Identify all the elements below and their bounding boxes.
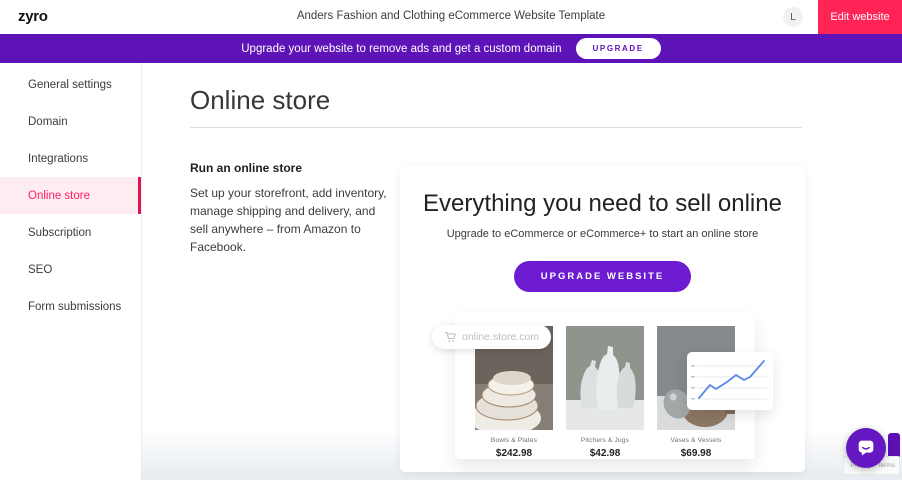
upgrade-banner-button[interactable]: UPGRADE bbox=[576, 38, 661, 59]
product-name: Bowls & Plates bbox=[475, 437, 553, 444]
sidebar-item-form-submissions[interactable]: Form submissions bbox=[0, 288, 141, 325]
sidebar-item-seo[interactable]: SEO bbox=[0, 251, 141, 288]
sidebar-item-label: Online store bbox=[28, 190, 90, 202]
store-url-text: online.store.com bbox=[462, 331, 539, 343]
intro-heading: Run an online store bbox=[190, 161, 388, 175]
page-title: Online store bbox=[190, 85, 330, 116]
product-name: Vases & Vessels bbox=[657, 437, 735, 444]
settings-sidebar: General settings Domain Integrations Onl… bbox=[0, 63, 142, 480]
sidebar-item-label: Subscription bbox=[28, 227, 91, 239]
edit-website-button[interactable]: Edit website bbox=[818, 0, 902, 34]
account-avatar[interactable]: L bbox=[783, 7, 803, 27]
intro-description: Set up your storefront, add inventory, m… bbox=[190, 184, 388, 256]
active-indicator bbox=[138, 177, 141, 214]
sidebar-item-general-settings[interactable]: General settings bbox=[0, 66, 141, 103]
sidebar-item-domain[interactable]: Domain bbox=[0, 103, 141, 140]
upsell-subtitle: Upgrade to eCommerce or eCommerce+ to st… bbox=[400, 228, 805, 240]
line-chart-icon bbox=[687, 352, 773, 410]
upsell-card: Everything you need to sell online Upgra… bbox=[400, 165, 805, 472]
product-price: $242.98 bbox=[475, 448, 553, 459]
upgrade-banner-text: Upgrade your website to remove ads and g… bbox=[241, 43, 561, 55]
sidebar-item-label: Integrations bbox=[28, 153, 88, 165]
sidebar-item-label: Domain bbox=[28, 116, 68, 128]
cart-icon bbox=[444, 331, 456, 343]
top-bar: zyro Anders Fashion and Clothing eCommer… bbox=[0, 0, 902, 34]
upsell-title: Everything you need to sell online bbox=[400, 190, 805, 218]
product-card: Pitchers & Jugs $42.98 bbox=[566, 326, 644, 459]
upgrade-banner: Upgrade your website to remove ads and g… bbox=[0, 34, 902, 63]
sidebar-item-label: SEO bbox=[28, 264, 52, 276]
app-window: zyro Anders Fashion and Clothing eCommer… bbox=[0, 0, 902, 480]
sidebar-item-subscription[interactable]: Subscription bbox=[0, 214, 141, 251]
product-name: Pitchers & Jugs bbox=[566, 437, 644, 444]
upgrade-website-button[interactable]: UPGRADE WEBSITE bbox=[514, 261, 691, 292]
product-price: $69.98 bbox=[657, 448, 735, 459]
chat-launcher-button[interactable] bbox=[846, 428, 886, 468]
store-url-bar: online.store.com bbox=[432, 325, 551, 349]
intro-column: Run an online store Set up your storefro… bbox=[190, 161, 388, 256]
product-photo-pitchers bbox=[566, 326, 644, 430]
sidebar-item-integrations[interactable]: Integrations bbox=[0, 140, 141, 177]
site-template-title: Anders Fashion and Clothing eCommerce We… bbox=[0, 10, 902, 22]
analytics-card bbox=[687, 352, 773, 410]
title-divider bbox=[190, 127, 802, 128]
chat-bubble-icon bbox=[855, 437, 877, 459]
sidebar-item-online-store[interactable]: Online store bbox=[0, 177, 141, 214]
sidebar-item-label: General settings bbox=[28, 79, 112, 91]
sidebar-item-label: Form submissions bbox=[28, 301, 121, 313]
product-price: $42.98 bbox=[566, 448, 644, 459]
